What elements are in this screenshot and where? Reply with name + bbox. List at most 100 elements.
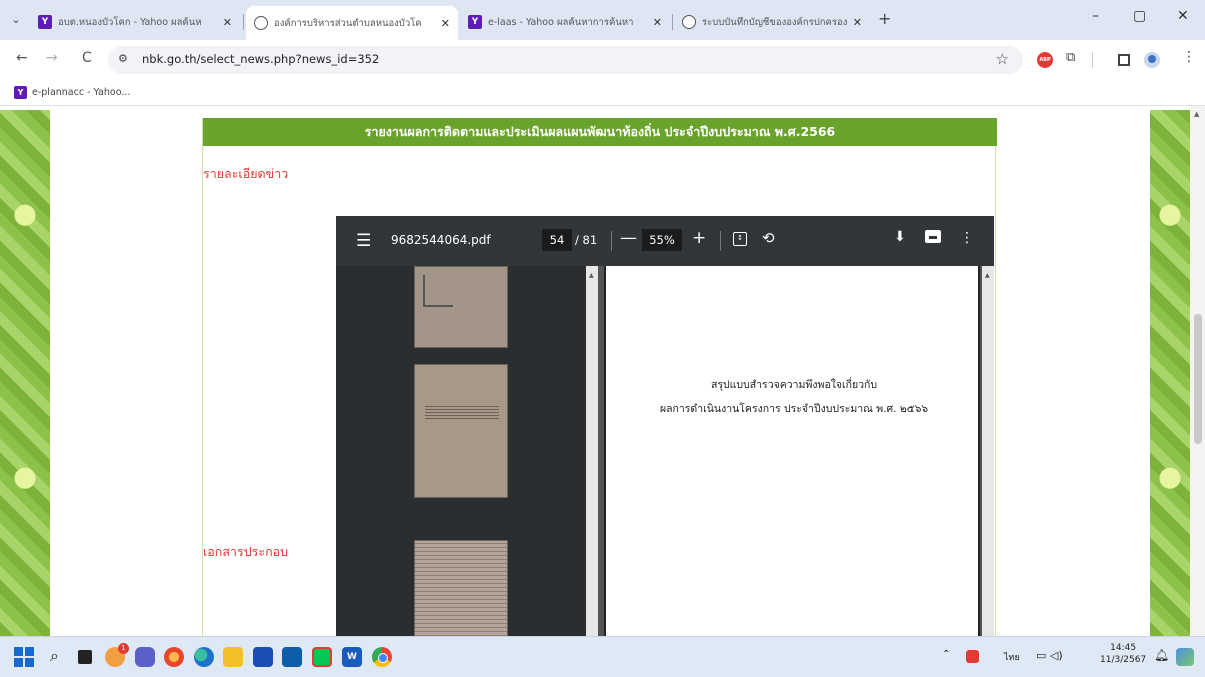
extensions-icon[interactable]: ⧉ bbox=[1066, 50, 1075, 65]
page-number-input[interactable]: 54 bbox=[542, 229, 572, 251]
clock[interactable]: 14:45 11/3/2567 bbox=[1100, 642, 1146, 666]
search-icon[interactable]: ⌕ bbox=[50, 646, 59, 666]
tab-title: e-laas - Yahoo ผลค้นหาการค้นหา bbox=[488, 16, 634, 28]
forward-button[interactable]: → bbox=[46, 50, 58, 66]
zoom-level-input[interactable]: 55% bbox=[642, 229, 682, 251]
more-options-icon[interactable]: ⋮ bbox=[960, 230, 974, 246]
tray-app-icon[interactable] bbox=[1176, 648, 1194, 666]
taskbar: ⌕ 1 W ⌃ ไทย ▭ ◁) 14:45 11/3/2567 🔔︎ bbox=[0, 636, 1205, 677]
site-settings-icon[interactable]: ⚙ bbox=[118, 52, 128, 65]
tab-elaas-search[interactable]: Y e-laas - Yahoo ผลค้นหาการค้นหา ✕ bbox=[460, 8, 670, 36]
language-indicator[interactable]: ไทย bbox=[1004, 650, 1020, 664]
url-text[interactable]: nbk.go.th/select_news.php?news_id=352 bbox=[142, 52, 379, 66]
pdf-viewer: ☰ 9682544064.pdf 54 / 81 — 55% + ↕ ⟲ ⬇ ⋮… bbox=[336, 216, 994, 636]
download-icon[interactable]: ⬇ bbox=[894, 229, 906, 245]
yahoo-icon: Y bbox=[14, 86, 27, 99]
thumbnail-chart-graphic bbox=[423, 275, 453, 307]
page-thumbnail-51[interactable] bbox=[414, 266, 508, 348]
toolbar-divider bbox=[720, 231, 721, 251]
tray-overflow-chevron-icon[interactable]: ⌃ bbox=[942, 649, 950, 660]
side-panel-icon[interactable] bbox=[1118, 54, 1130, 66]
sidebar-scrollbar[interactable]: ▲ bbox=[586, 266, 598, 636]
toolbar: ← → C ⚙ nbk.go.th/select_news.php?news_i… bbox=[0, 40, 1205, 80]
document-scrollbar[interactable]: ▲ bbox=[982, 266, 994, 636]
tab-title: ระบบบันทึกบัญชีขององค์กรปกครอง bbox=[702, 16, 847, 28]
tab-divider bbox=[243, 14, 244, 30]
adblock-icon[interactable]: ABP bbox=[1037, 52, 1053, 68]
yahoo-icon: Y bbox=[38, 15, 52, 29]
bookmark-star-icon[interactable]: ☆ bbox=[996, 50, 1009, 68]
firefox-icon[interactable] bbox=[164, 647, 184, 667]
zoom-out-button[interactable]: — bbox=[620, 228, 637, 248]
thumbnail-sidebar: 51 52 bbox=[336, 266, 586, 636]
tab-nbk-site[interactable]: องค์การบริหารส่วนตำบลหนองบัวโค ✕ bbox=[246, 6, 458, 40]
notification-badge: 1 bbox=[118, 643, 129, 654]
toolbar-divider bbox=[1092, 52, 1093, 68]
yahoo-icon: Y bbox=[468, 15, 482, 29]
rotate-icon[interactable]: ⟲ bbox=[762, 229, 775, 247]
pdf-heading-line-1: สรุปแบบสำรวจความพึงพอใจเกี่ยวกับ bbox=[710, 379, 878, 391]
thumbnail-text-lines bbox=[425, 405, 499, 419]
menu-icon[interactable]: ☰ bbox=[356, 231, 371, 251]
windows-logo-tile bbox=[25, 647, 34, 656]
pdf-page: สรุปแบบสำรวจความพึงพอใจเกี่ยวกับ ผลการดำ… bbox=[604, 266, 980, 636]
print-icon[interactable] bbox=[925, 230, 941, 243]
tab-yahoo-search[interactable]: Y อบต.หนองบัวโคก - Yahoo ผลค้นห ✕ bbox=[30, 8, 240, 36]
more-menu-icon[interactable]: ⋮ bbox=[1182, 49, 1196, 65]
scroll-up-icon[interactable]: ▲ bbox=[589, 272, 594, 279]
edge-icon[interactable] bbox=[194, 647, 214, 667]
line-app-icon[interactable] bbox=[312, 647, 332, 667]
clock-time: 14:45 bbox=[1110, 643, 1137, 653]
close-icon[interactable]: ✕ bbox=[223, 16, 232, 29]
word-icon[interactable]: W bbox=[342, 647, 362, 667]
bookmark-item[interactable]: Y e-plannacc - Yahoo... bbox=[14, 86, 130, 99]
news-detail-label: รายละเอียดข่าว bbox=[203, 166, 289, 181]
page-thumbnail-52[interactable] bbox=[414, 364, 508, 498]
notification-bell-icon[interactable]: 🔔︎ bbox=[1154, 648, 1169, 662]
close-window-button[interactable]: ✕ bbox=[1177, 8, 1189, 24]
address-bar[interactable]: ⚙ nbk.go.th/select_news.php?news_id=352 … bbox=[108, 46, 1023, 74]
scroll-up-icon[interactable]: ▲ bbox=[1194, 110, 1199, 118]
tab-search-chevron-icon[interactable]: ⌄ bbox=[6, 10, 26, 30]
network-volume-icon[interactable]: ▭ ◁) bbox=[1036, 649, 1063, 662]
security-tray-icon[interactable] bbox=[966, 650, 979, 663]
profile-avatar[interactable] bbox=[1144, 52, 1160, 68]
scroll-up-icon[interactable]: ▲ bbox=[985, 272, 990, 279]
reload-button[interactable]: C bbox=[82, 50, 92, 66]
store-icon[interactable] bbox=[253, 647, 273, 667]
tab-divider bbox=[672, 14, 673, 30]
globe-icon bbox=[254, 16, 268, 30]
mail-icon[interactable] bbox=[282, 647, 302, 667]
close-icon[interactable]: ✕ bbox=[653, 16, 662, 29]
windows-logo-tile bbox=[14, 647, 23, 656]
close-icon[interactable]: ✕ bbox=[853, 16, 862, 29]
pdf-document-area: สรุปแบบสำรวจความพึงพอใจเกี่ยวกับ ผลการดำ… bbox=[598, 266, 994, 636]
clock-date: 11/3/2567 bbox=[1100, 655, 1147, 665]
page-thumbnail-53[interactable] bbox=[414, 540, 508, 636]
minimize-button[interactable]: – bbox=[1092, 8, 1099, 24]
meet-icon[interactable] bbox=[135, 647, 155, 667]
pdf-heading-line-2: ผลการดำเนินงานโครงการ ประจำปีงบประมาณ พ.… bbox=[659, 403, 929, 415]
start-button[interactable] bbox=[14, 647, 34, 667]
tab-accounting-system[interactable]: ระบบบันทึกบัญชีขององค์กรปกครอง ✕ bbox=[674, 8, 870, 36]
pdf-filename: 9682544064.pdf bbox=[391, 233, 491, 247]
restore-button[interactable]: ▢ bbox=[1133, 8, 1146, 24]
fit-page-icon[interactable]: ↕ bbox=[733, 232, 747, 246]
bookmark-label: e-plannacc - Yahoo... bbox=[32, 87, 131, 98]
new-tab-button[interactable]: + bbox=[878, 9, 891, 28]
back-button[interactable]: ← bbox=[16, 50, 28, 66]
decorative-pattern-right bbox=[1150, 110, 1190, 636]
scrollbar-thumb[interactable] bbox=[1194, 314, 1202, 444]
total-pages: / 81 bbox=[575, 233, 598, 247]
file-explorer-icon[interactable] bbox=[223, 647, 243, 667]
pdf-toolbar: ☰ 9682544064.pdf 54 / 81 — 55% + ↕ ⟲ ⬇ ⋮ bbox=[336, 216, 994, 266]
page-title-banner: รายงานผลการติดตามและประเมินผลแผนพัฒนาท้อ… bbox=[203, 118, 997, 146]
chrome-icon[interactable] bbox=[372, 647, 392, 667]
zoom-in-button[interactable]: + bbox=[692, 228, 706, 248]
bookmarks-bar: Y e-plannacc - Yahoo... bbox=[0, 80, 1205, 106]
toolbar-divider bbox=[611, 231, 612, 251]
windows-logo-tile bbox=[14, 658, 23, 667]
task-view-icon[interactable] bbox=[78, 650, 92, 664]
page-scrollbar[interactable]: ▲ bbox=[1191, 106, 1205, 636]
close-icon[interactable]: ✕ bbox=[441, 17, 450, 30]
